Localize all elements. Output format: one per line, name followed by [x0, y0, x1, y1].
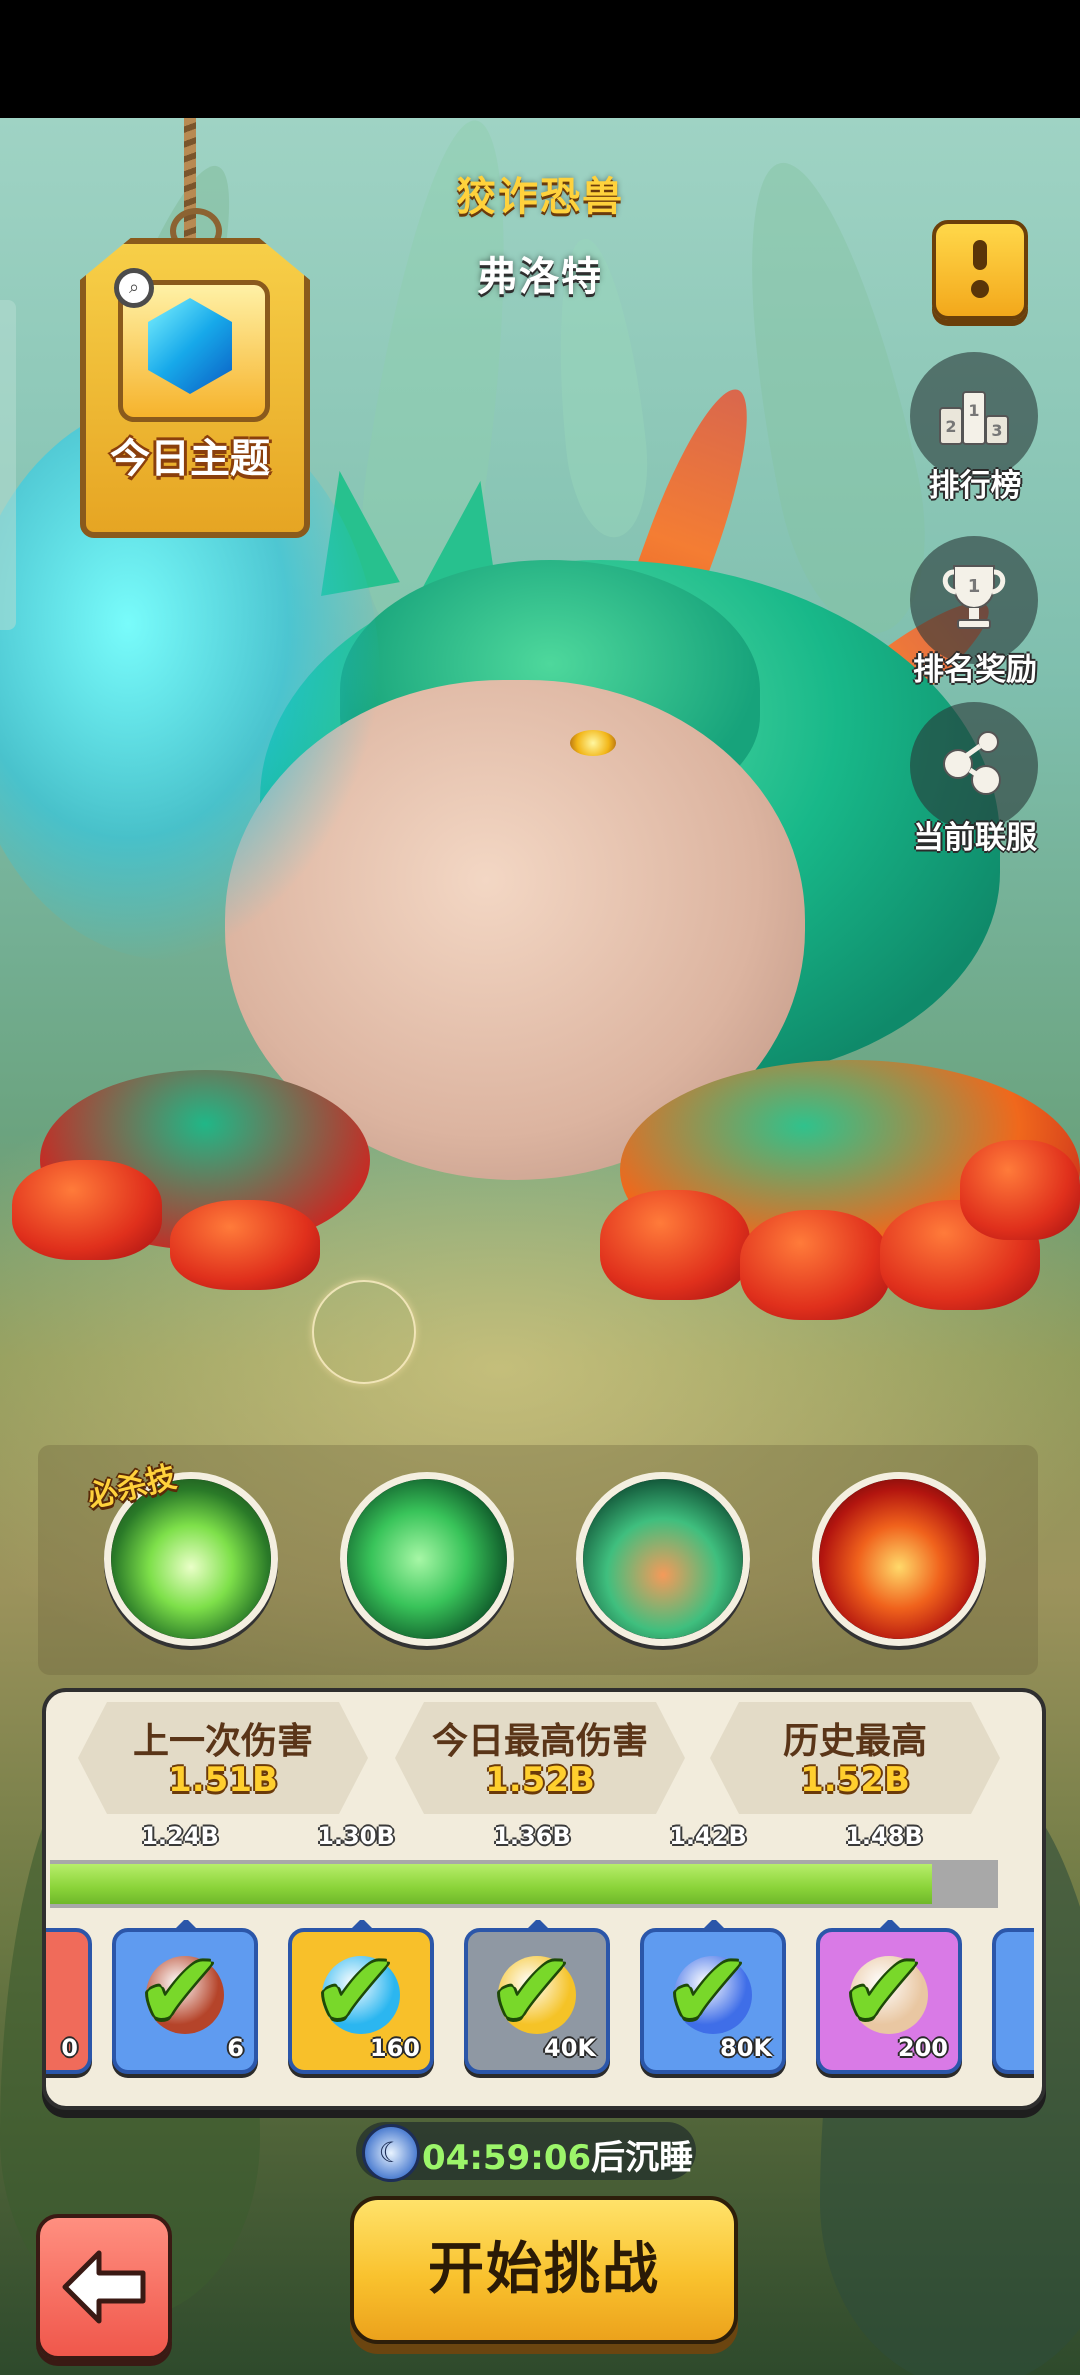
- status-bar: [0, 0, 1080, 118]
- reward-quantity: 80K: [720, 2034, 772, 2062]
- svg-text:3: 3: [991, 421, 1002, 440]
- reward-quantity: 160: [369, 2034, 420, 2062]
- reward-item[interactable]: ✔ 80K: [640, 1920, 786, 2074]
- fire-rage-icon: [819, 1479, 979, 1639]
- timer-suffix: 后沉睡: [591, 2138, 694, 2178]
- reward-quantity: 200: [897, 2034, 948, 2062]
- reward-track: 0 ✔ 6 ✔ 160 ✔ 40K ✔ 80K ✔ 200: [46, 1920, 1034, 2080]
- reward-item[interactable]: ✔ 6: [112, 1920, 258, 2074]
- skill-3[interactable]: [576, 1472, 750, 1646]
- theme-label: 今日主题: [110, 436, 270, 482]
- side-edge-tab[interactable]: [0, 300, 16, 630]
- boss-type-title: 狡诈恐兽: [456, 174, 624, 220]
- today-best-title: 今日最高伤害: [431, 1721, 648, 1762]
- reward-item[interactable]: ✔ 40K: [464, 1920, 610, 2074]
- all-time-best-value: 1.52B: [800, 1760, 910, 1800]
- all-time-best-title: 历史最高: [782, 1721, 927, 1762]
- claimed-check-icon: ✔: [312, 1930, 400, 2052]
- last-damage-value: 1.51B: [168, 1760, 278, 1800]
- skill-2[interactable]: [340, 1472, 514, 1646]
- target-ring: [312, 1280, 416, 1384]
- progress-mark: 1.30B: [317, 1822, 395, 1850]
- podium-icon: 2 1 3: [939, 391, 1009, 445]
- progress-mark: 1.36B: [493, 1822, 571, 1850]
- claimed-check-icon: ✔: [840, 1930, 928, 2052]
- left-arrow-icon: [62, 2250, 146, 2324]
- svg-text:1: 1: [968, 576, 981, 597]
- moon-clock-icon: ☾: [362, 2124, 420, 2182]
- svg-text:2: 2: [945, 417, 956, 436]
- sleep-timer-text: 04:59:06后沉睡: [422, 2130, 693, 2179]
- tongue-whip-icon: [347, 1479, 507, 1639]
- rank-rewards-label: 排名奖励: [913, 652, 1037, 688]
- info-button[interactable]: [932, 220, 1028, 320]
- svg-text:1: 1: [968, 401, 979, 420]
- server-link-icon: [943, 731, 1001, 795]
- progress-mark: 1.48B: [845, 1822, 923, 1850]
- start-challenge-button[interactable]: 开始挑战: [350, 2196, 738, 2344]
- trophy-icon: 1: [942, 565, 1006, 629]
- claimed-check-icon: ✔: [664, 1930, 752, 2052]
- last-damage-title: 上一次伤害: [132, 1721, 313, 1762]
- reward-quantity: 0: [61, 2034, 78, 2062]
- ranking-label: 排行榜: [928, 468, 1022, 504]
- current-server-label: 当前联服: [913, 820, 1037, 856]
- reward-item[interactable]: [992, 1928, 1034, 2074]
- magnifier-icon: ⌕: [114, 268, 154, 308]
- reward-item[interactable]: ✔ 200: [816, 1920, 962, 2074]
- damage-progress-fill: [50, 1864, 932, 1904]
- exclamation-dot: [971, 280, 989, 298]
- current-server-button[interactable]: [910, 702, 1038, 830]
- progress-mark: 1.24B: [141, 1822, 219, 1850]
- timer-countdown: 04:59:06: [422, 2138, 592, 2178]
- today-best-value: 1.52B: [485, 1760, 595, 1800]
- reward-quantity: 6: [227, 2034, 244, 2062]
- monster-eye: [570, 730, 616, 756]
- progress-mark: 1.42B: [669, 1822, 747, 1850]
- reward-quantity: 40K: [544, 2034, 596, 2062]
- summon-creature-icon: [583, 1479, 743, 1639]
- reward-item[interactable]: 0: [46, 1928, 92, 2074]
- claimed-check-icon: ✔: [136, 1930, 224, 2052]
- back-button[interactable]: [36, 2214, 172, 2360]
- skill-4[interactable]: [812, 1472, 986, 1646]
- reward-item[interactable]: ✔ 160: [288, 1920, 434, 2074]
- claimed-check-icon: ✔: [488, 1930, 576, 2052]
- exclamation-icon: [973, 240, 987, 270]
